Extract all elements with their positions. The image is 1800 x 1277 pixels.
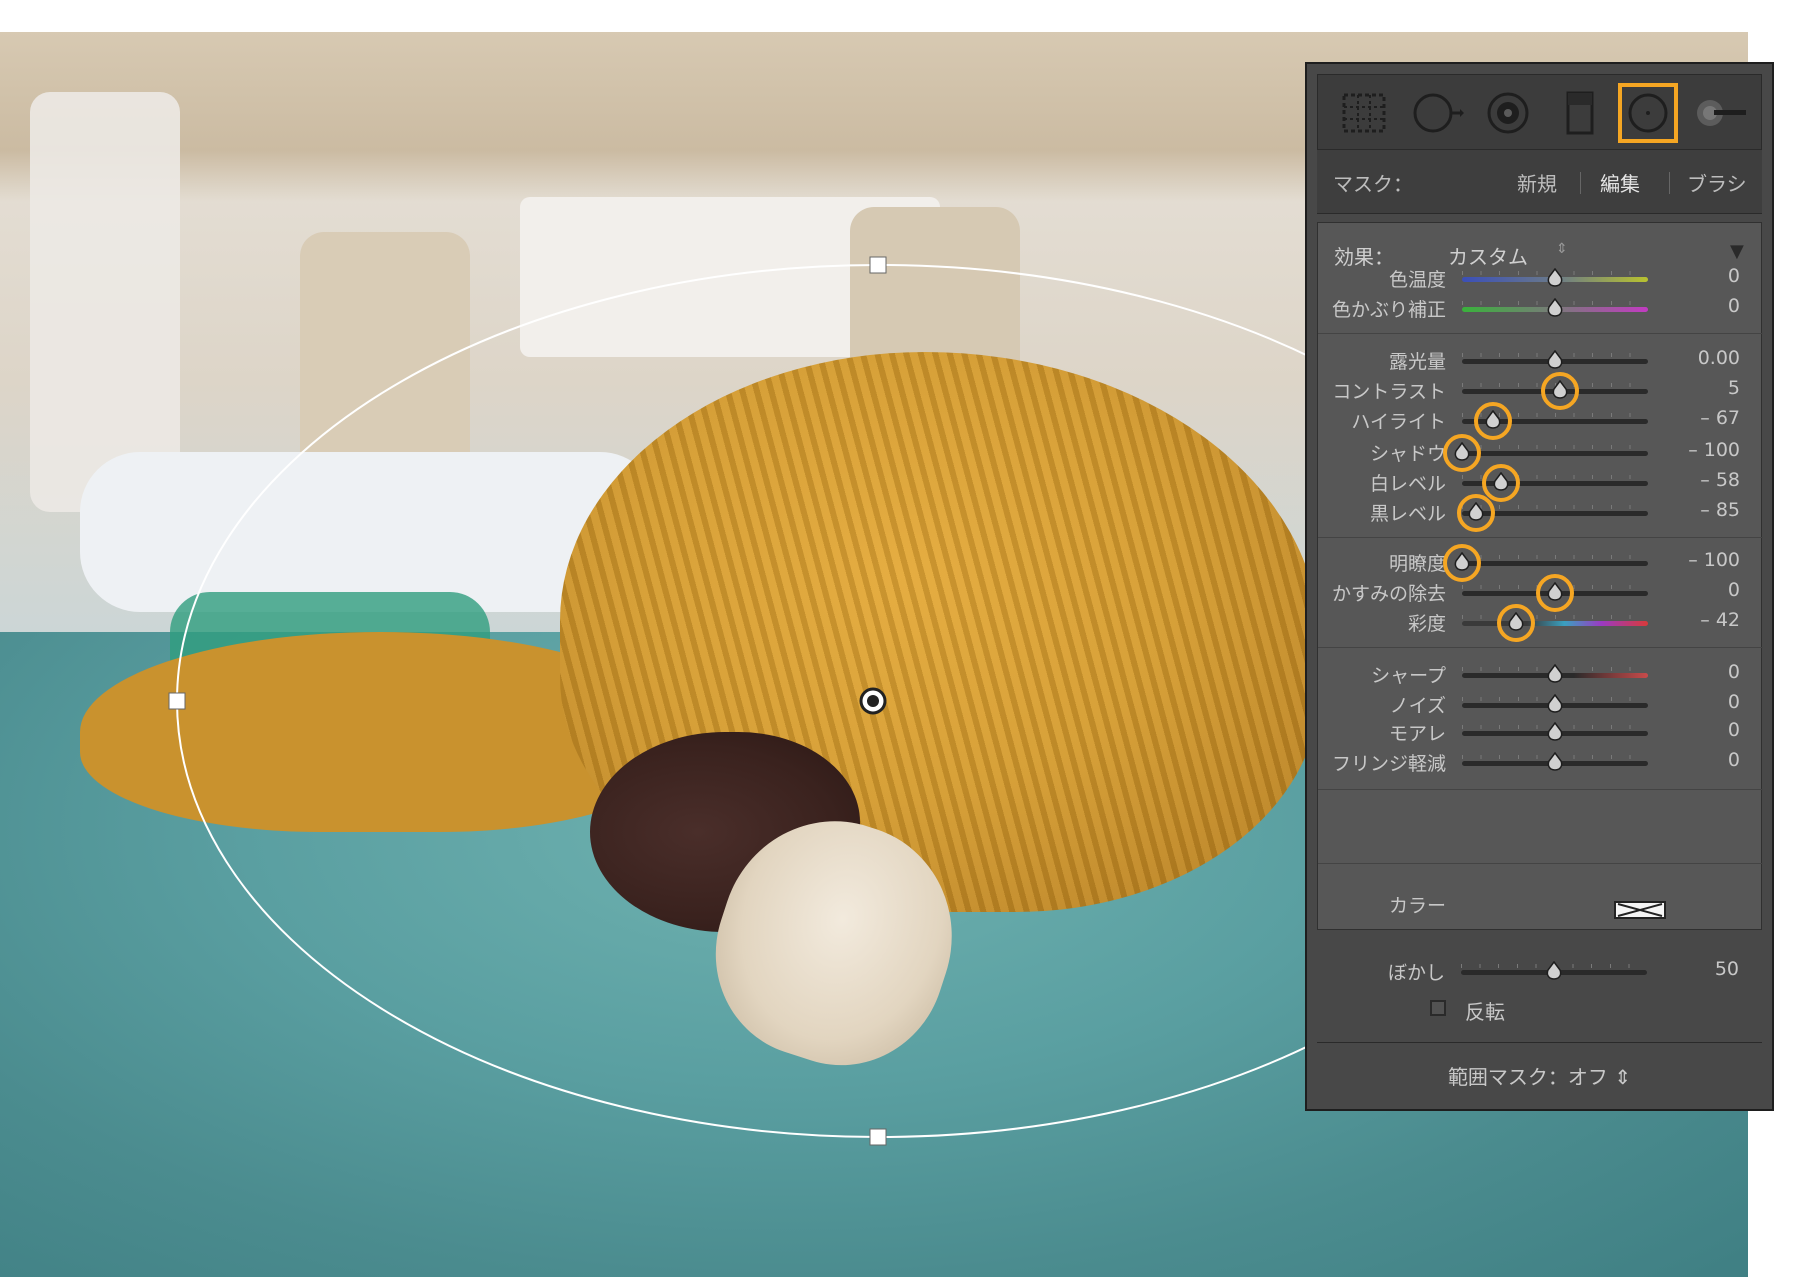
slider-presence-2-value[interactable]: – 42 (1678, 609, 1740, 631)
slider-tone-2-value[interactable]: – 67 (1678, 407, 1740, 429)
slider-presence-0-highlight-ring (1443, 544, 1481, 582)
radial-handle-left[interactable] (168, 692, 186, 710)
slider-tone-2-highlight-ring (1473, 402, 1512, 440)
slider-detail-1-label: ノイズ (1389, 695, 1446, 717)
slider-detail-3-thumb[interactable] (1547, 752, 1563, 772)
slider-tone-5-label: 黒レベル (1369, 503, 1446, 525)
slider-tone-0-value[interactable]: 0.00 (1678, 347, 1740, 369)
slider-detail-0-value[interactable]: 0 (1678, 661, 1740, 683)
slider-detail-3-label: フリンジ軽減 (1331, 753, 1446, 775)
slider-tone-4-highlight-ring (1482, 464, 1521, 502)
slider-presence-2-track[interactable] (1462, 621, 1648, 626)
mask-label: マスク： (1333, 172, 1413, 196)
feather-slider-label: ぼかし (1387, 962, 1445, 984)
slider-presence-0-ticks (1462, 555, 1648, 559)
color-swatch[interactable] (1614, 901, 1666, 919)
slider-wb-1-value[interactable]: 0 (1678, 295, 1740, 317)
slider-tone-1-highlight-ring (1540, 372, 1579, 410)
radial-handle-top[interactable] (869, 256, 887, 274)
slider-tone-1-label: コントラスト (1332, 381, 1446, 403)
slider-presence-0-label: 明瞭度 (1388, 553, 1446, 575)
color-label: カラー (1388, 895, 1446, 917)
slider-wb-0-value[interactable]: 0 (1678, 265, 1740, 287)
adjustment-brush-icon[interactable] (1692, 85, 1748, 141)
invert-label: 反転 (1465, 1000, 1505, 1024)
mask-brush-button[interactable]: ブラシ (1687, 168, 1747, 197)
slider-tone-5-highlight-ring (1456, 494, 1495, 532)
slider-detail-0-label: シャープ (1371, 665, 1446, 687)
spot-removal-icon[interactable] (1408, 85, 1464, 141)
slider-tone-2-label: ハイライト (1351, 411, 1446, 433)
slider-detail-2-value[interactable]: 0 (1678, 719, 1740, 741)
slider-tone-3-value[interactable]: – 100 (1678, 439, 1740, 461)
slider-tone-1-value[interactable]: 5 (1678, 377, 1740, 399)
slider-tone-0-label: 露光量 (1388, 351, 1446, 373)
feather-section: ぼかし 50 反転 (1317, 936, 1762, 1036)
feather-slider-thumb[interactable] (1546, 961, 1562, 981)
slider-presence-1-highlight-ring (1536, 574, 1574, 612)
slider-detail-1-value[interactable]: 0 (1678, 691, 1740, 713)
radial-filter-icon[interactable] (1618, 83, 1678, 143)
separator (1669, 172, 1670, 194)
adjustment-section: 効果： カスタム ⇕ ▼ 色温度 0 色かぶり補正 0 露光量 0.00 コントラスト 5 ハイ… (1317, 222, 1763, 930)
effect-preset-arrows-icon[interactable]: ⇕ (1556, 241, 1568, 257)
slider-detail-3-value[interactable]: 0 (1678, 749, 1740, 771)
mask-edit-button[interactable]: 編集 (1600, 168, 1640, 197)
slider-presence-1-value[interactable]: 0 (1678, 579, 1740, 601)
slider-wb-0-thumb[interactable] (1547, 268, 1563, 288)
separator (1580, 172, 1581, 194)
slider-presence-0-value[interactable]: – 100 (1678, 549, 1740, 571)
slider-tone-3-ticks (1462, 445, 1648, 449)
slider-tone-0-thumb[interactable] (1547, 350, 1563, 370)
slider-tone-3-highlight-ring (1443, 434, 1481, 472)
slider-wb-1-label: 色かぶり補正 (1331, 299, 1446, 321)
crop-overlay-icon[interactable] (1336, 85, 1392, 141)
range-mask-select[interactable]: 範囲マスク：オフ ⇕ (1317, 1061, 1762, 1090)
range-mask-section: 範囲マスク：オフ ⇕ (1317, 1042, 1762, 1108)
local-adjustment-panel: マスク： 新規 編集 ブラシ 効果： カスタム ⇕ ▼ 色温度 0 色かぶり補正 0 露… (1305, 62, 1774, 1111)
slider-detail-2-label: モアレ (1388, 723, 1446, 745)
mask-new-button[interactable]: 新規 (1517, 168, 1557, 197)
slider-detail-2-thumb[interactable] (1547, 722, 1563, 742)
red-eye-icon[interactable] (1480, 85, 1536, 141)
mask-mode-row: マスク： 新規 編集 ブラシ (1317, 150, 1762, 214)
section-divider (1318, 333, 1763, 334)
feather-slider-value[interactable]: 50 (1677, 958, 1739, 980)
slider-wb-0-label: 色温度 (1388, 269, 1446, 291)
slider-tone-5-value[interactable]: – 85 (1678, 499, 1740, 521)
radial-center-pin-dot (867, 695, 879, 707)
collapse-triangle-icon[interactable]: ▼ (1730, 241, 1744, 262)
section-divider (1318, 537, 1763, 538)
section-divider (1318, 863, 1763, 864)
invert-checkbox[interactable] (1430, 1000, 1446, 1016)
slider-presence-2-label: 彩度 (1407, 613, 1446, 635)
slider-detail-1-thumb[interactable] (1547, 694, 1563, 714)
tool-strip (1317, 74, 1762, 150)
slider-presence-1-label: かすみの除去 (1331, 583, 1446, 605)
slider-presence-0-track[interactable] (1462, 561, 1648, 566)
slider-tone-3-label: シャドウ (1369, 443, 1446, 465)
graduated-filter-icon[interactable] (1552, 85, 1608, 141)
slider-wb-1-thumb[interactable] (1547, 298, 1563, 318)
slider-tone-4-label: 白レベル (1369, 473, 1446, 495)
radial-handle-bottom[interactable] (869, 1128, 887, 1146)
slider-presence-2-highlight-ring (1496, 604, 1535, 642)
slider-detail-0-thumb[interactable] (1547, 664, 1563, 684)
slider-presence-2-ticks (1462, 615, 1648, 619)
section-divider (1318, 789, 1763, 790)
slider-tone-4-value[interactable]: – 58 (1678, 469, 1740, 491)
section-divider (1318, 647, 1763, 648)
slider-tone-3-track[interactable] (1462, 451, 1648, 456)
effect-preset-select[interactable]: カスタム (1448, 241, 1528, 270)
